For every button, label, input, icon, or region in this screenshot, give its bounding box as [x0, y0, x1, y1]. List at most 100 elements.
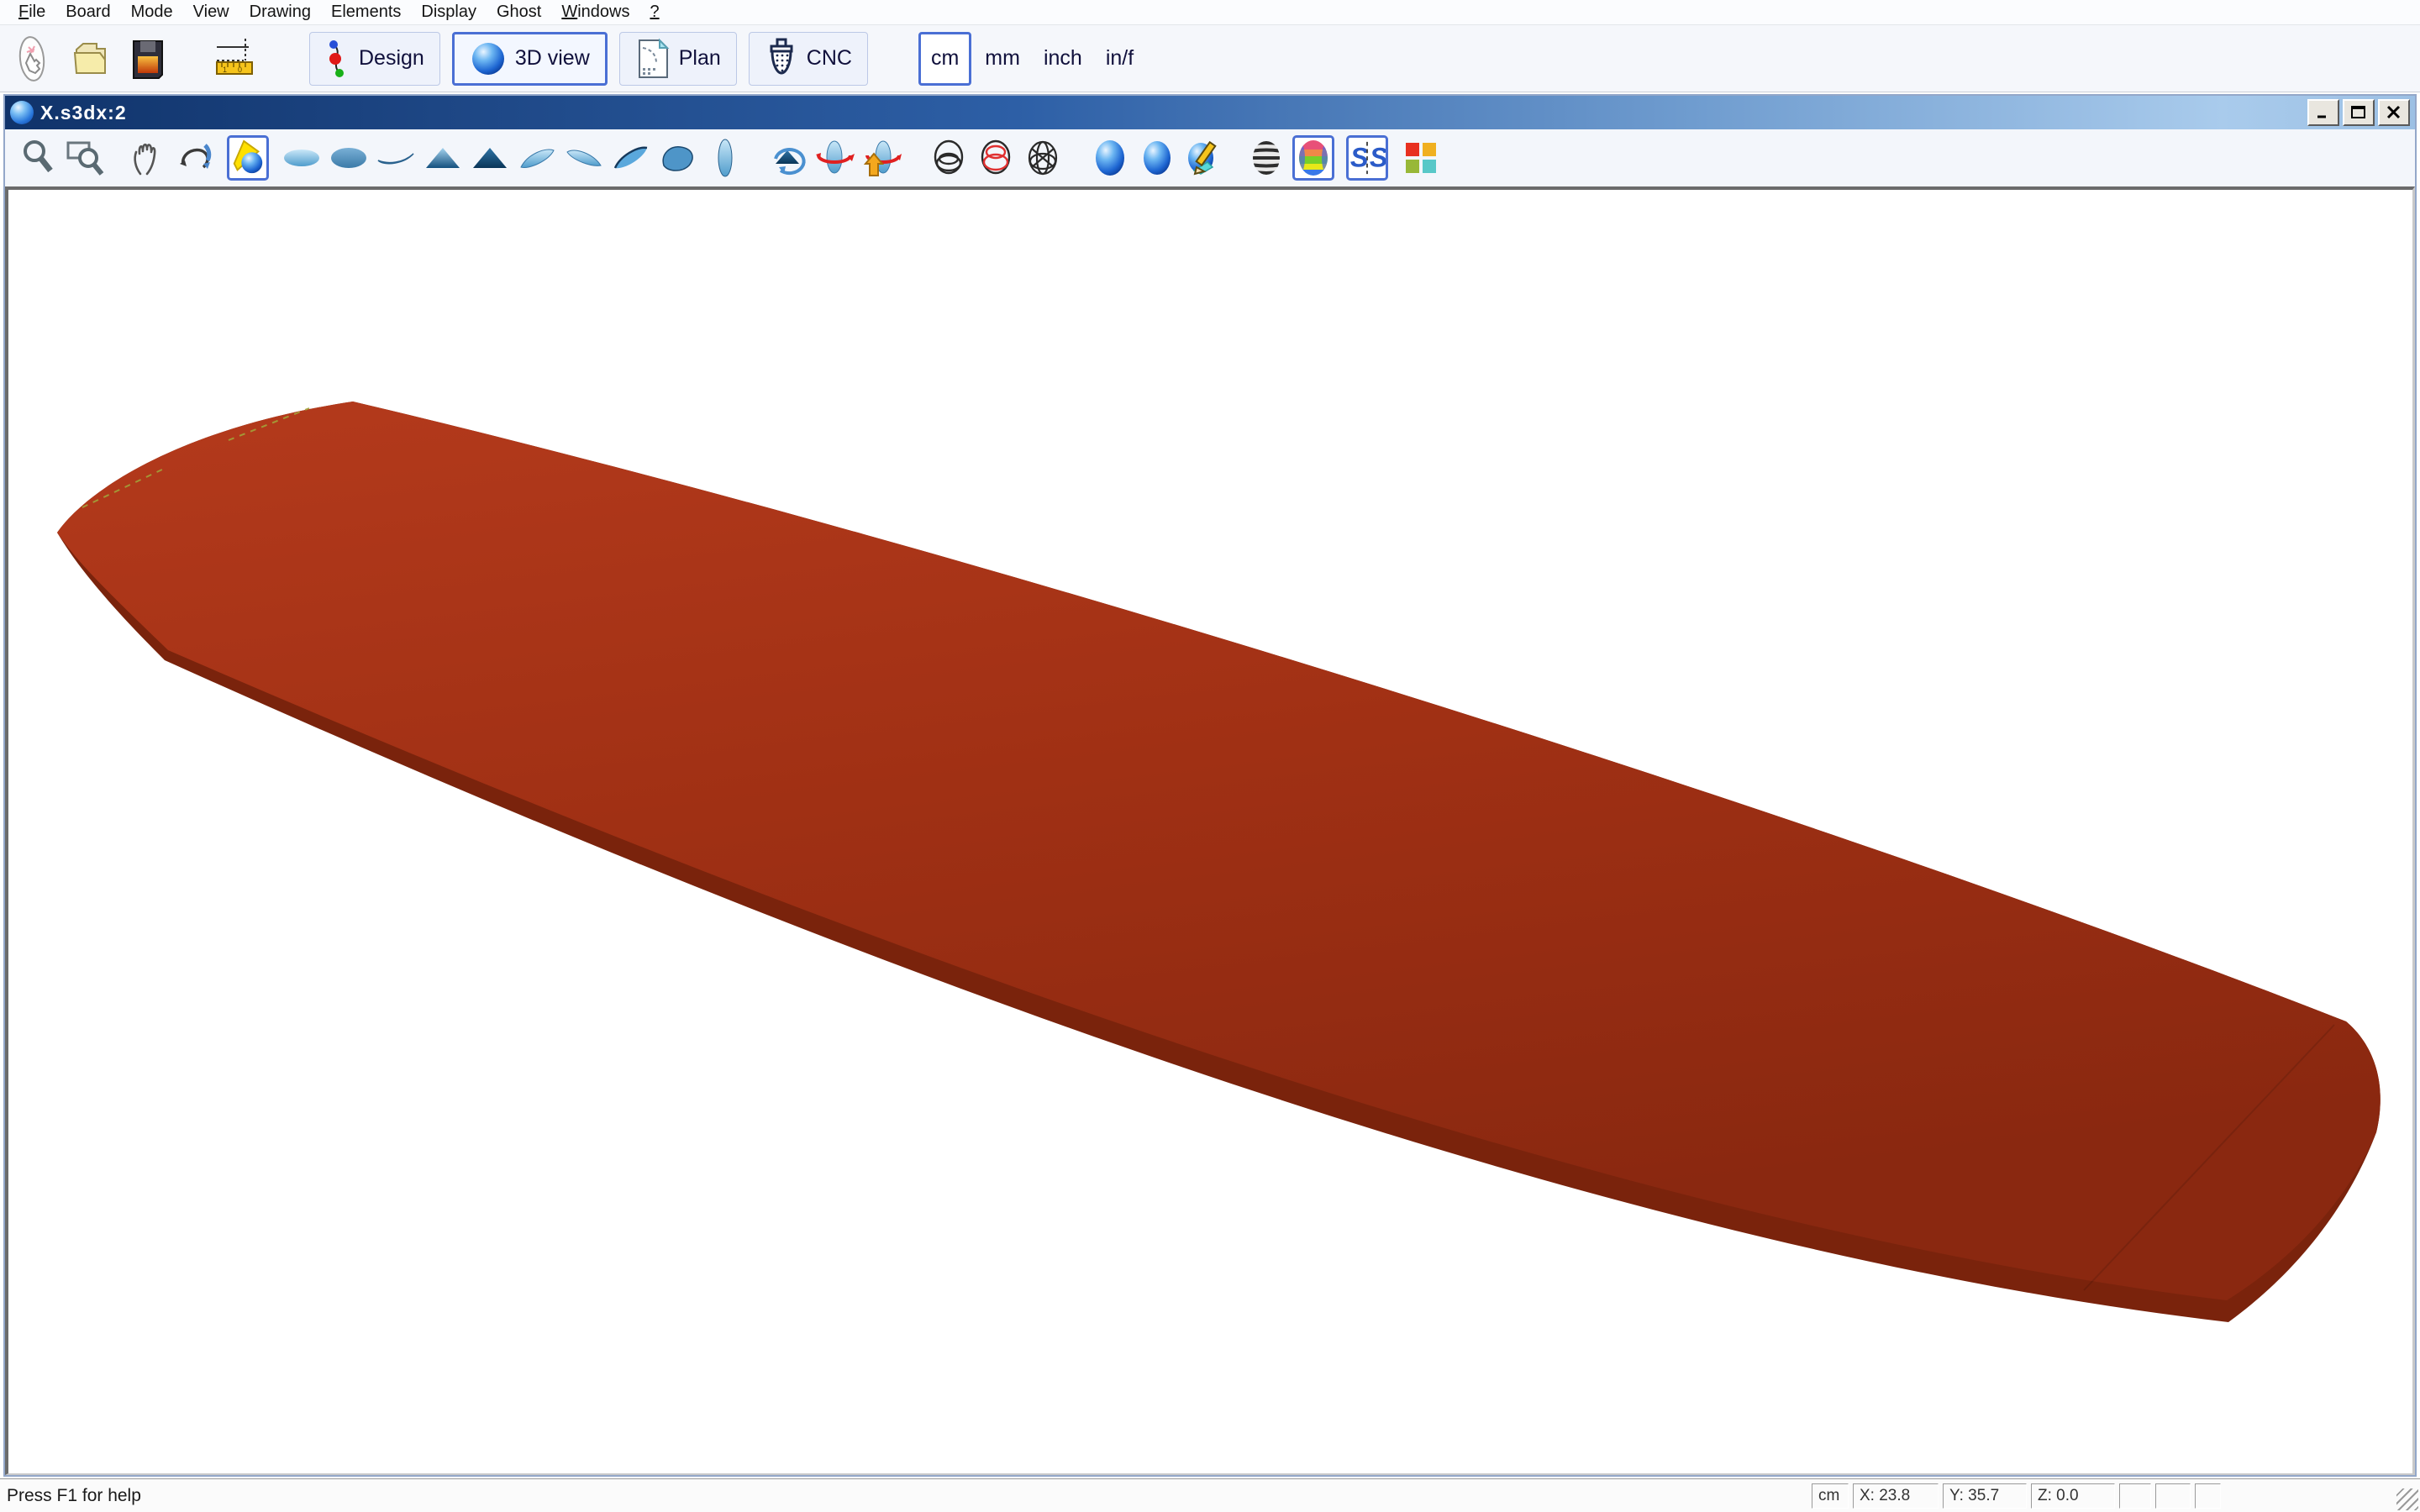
unit-inch[interactable]: inch [1034, 32, 1092, 86]
surfboard-3d-render [8, 190, 2412, 1473]
close-button[interactable] [2378, 99, 2410, 126]
render-curvature-button[interactable] [1292, 135, 1334, 181]
menu-elements[interactable]: Elements [321, 3, 411, 22]
render-painted-button[interactable] [1183, 135, 1225, 181]
open-file-button[interactable] [67, 32, 114, 86]
document-icon [10, 101, 34, 124]
menu-mode[interactable]: Mode [121, 3, 183, 22]
status-help-text: Press F1 for help [7, 1486, 141, 1506]
application-window: File Board Mode View Drawing Elements Di… [0, 0, 2420, 1512]
view-profile-icon [716, 138, 734, 178]
document-window: X.s3dx:2 [3, 94, 2417, 1477]
zoom-icon [21, 139, 55, 177]
view-perspective-4-icon [659, 142, 697, 174]
pan-button[interactable] [126, 135, 168, 181]
status-empty-panel [2155, 1483, 2191, 1509]
resize-grip[interactable] [2396, 1488, 2418, 1510]
viewport-canvas[interactable] [5, 186, 2415, 1475]
render-zebra-icon [1249, 138, 1284, 178]
render-zebra-button[interactable] [1245, 135, 1287, 181]
view-perspective-3-icon [612, 143, 650, 173]
render-shaded-button[interactable] [1089, 135, 1131, 181]
svg-text:0: 0 [238, 66, 242, 74]
menu-view[interactable]: View [183, 3, 239, 22]
render-smooth-icon [1139, 137, 1176, 179]
zoom-window-icon [66, 139, 104, 177]
lighting-icon [229, 139, 266, 177]
view-nose-button[interactable] [422, 135, 464, 181]
cnc-mode-label: CNC [807, 46, 852, 71]
rotate-board-button[interactable] [813, 135, 855, 181]
close-icon [2386, 105, 2402, 120]
view-deck-icon [282, 145, 321, 171]
view-perspective-2-icon [565, 144, 603, 172]
zoom-button[interactable] [17, 135, 59, 181]
view-deck-button[interactable] [281, 135, 323, 181]
status-z-coordinate: Z: 0.0 [2031, 1483, 2115, 1509]
rotate-board-up-icon [861, 139, 902, 177]
view-perspective-4-button[interactable] [657, 135, 699, 181]
unit-mm[interactable]: mm [975, 32, 1030, 86]
rotate-3d-button[interactable] [173, 135, 215, 181]
status-y-coordinate: Y: 35.7 [1943, 1483, 2027, 1509]
menu-display[interactable]: Display [411, 3, 487, 22]
dimensions-button[interactable]: 10 [212, 32, 259, 86]
rotate-board-icon [814, 139, 855, 177]
status-empty-panel [2119, 1483, 2151, 1509]
status-unit: cm [1812, 1483, 1849, 1509]
design-nodes-icon [325, 39, 350, 79]
view-tail-button[interactable] [469, 135, 511, 181]
maximize-icon [2350, 105, 2367, 120]
unit-cm[interactable]: cm [918, 32, 971, 86]
view-bottom-icon [329, 144, 368, 171]
view-perspective-3-button[interactable] [610, 135, 652, 181]
unit-inf[interactable]: in/f [1096, 32, 1144, 86]
view-tail-icon [471, 144, 509, 171]
new-board-button[interactable] [10, 32, 57, 86]
symmetry-button[interactable]: S S [1346, 135, 1388, 181]
wireframe-icon [931, 138, 966, 178]
menu-windows[interactable]: Windows [551, 3, 639, 22]
zoom-window-button[interactable] [64, 135, 106, 181]
3d-view-mode-label: 3D view [515, 46, 590, 71]
color-palette-icon [1403, 140, 1439, 176]
minimize-icon [2315, 105, 2332, 120]
menu-help[interactable]: ? [639, 3, 669, 22]
minimize-button[interactable] [2307, 99, 2339, 126]
menu-drawing[interactable]: Drawing [239, 3, 321, 22]
svg-text:S: S [1370, 143, 1386, 173]
status-empty-panel [2195, 1483, 2221, 1509]
3d-view-mode-button[interactable]: 3D view [452, 32, 608, 86]
status-x-coordinate: X: 23.8 [1853, 1483, 1939, 1509]
open-folder-icon [68, 36, 113, 81]
wireframe-slices-button[interactable] [975, 135, 1017, 181]
flip-view-button[interactable] [766, 135, 808, 181]
view-profile-button[interactable] [704, 135, 746, 181]
color-palette-button[interactable] [1400, 135, 1442, 181]
plan-mode-button[interactable]: Plan [619, 32, 737, 86]
save-floppy-icon [127, 36, 169, 81]
document-titlebar[interactable]: X.s3dx:2 [5, 96, 2415, 129]
main-toolbar: 10 Design 3D view Pla [0, 25, 2420, 92]
view-perspective-2-button[interactable] [563, 135, 605, 181]
design-mode-button[interactable]: Design [309, 32, 440, 86]
cnc-mode-button[interactable]: CNC [749, 32, 868, 86]
wireframe-button[interactable] [928, 135, 970, 181]
rotate-board-up-button[interactable] [860, 135, 902, 181]
render-smooth-button[interactable] [1136, 135, 1178, 181]
view-perspective-1-button[interactable] [516, 135, 558, 181]
save-file-button[interactable] [124, 32, 171, 86]
view-rocker-icon [376, 147, 415, 169]
menu-board[interactable]: Board [55, 3, 120, 22]
plan-mode-label: Plan [679, 46, 721, 71]
lighting-button[interactable] [227, 135, 269, 181]
view-bottom-button[interactable] [328, 135, 370, 181]
view-rocker-button[interactable] [375, 135, 417, 181]
menu-ghost[interactable]: Ghost [487, 3, 551, 22]
menu-file[interactable]: File [8, 3, 55, 22]
render-painted-icon [1184, 137, 1224, 179]
wireframe-mesh-button[interactable] [1022, 135, 1064, 181]
rotate-3d-icon [175, 139, 213, 177]
maximize-button[interactable] [2343, 99, 2375, 126]
unit-selector: cm mm inch in/f [918, 32, 1144, 86]
